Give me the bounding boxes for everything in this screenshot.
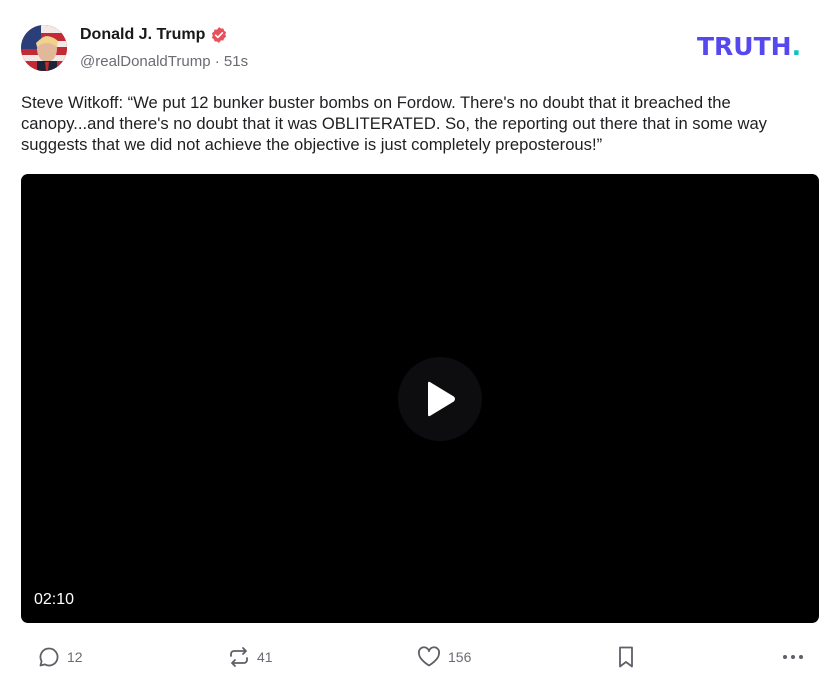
post-timestamp[interactable]: 51s	[224, 53, 248, 70]
post-text: Steve Witkoff: “We put 12 bunker buster …	[21, 93, 767, 154]
meta-separator: ·	[214, 53, 220, 70]
like-button[interactable]: 156	[416, 642, 471, 672]
author-name[interactable]: Donald J. Trump	[80, 25, 205, 45]
more-options-button[interactable]	[781, 642, 805, 672]
author-avatar[interactable]	[21, 25, 67, 71]
bookmark-icon	[619, 646, 633, 668]
truth-post: Donald J. Trump @realDonaldTrump · 51s T…	[0, 0, 840, 700]
logo-text: TRUTH	[697, 32, 792, 61]
heart-icon	[417, 646, 441, 667]
avatar-image	[21, 25, 67, 71]
author-handle[interactable]: @realDonaldTrump	[80, 53, 211, 70]
like-count: 156	[448, 649, 472, 665]
ellipsis-icon	[783, 655, 803, 659]
logo-dot: .	[791, 32, 802, 61]
action-bar: 12 41 156	[0, 642, 840, 674]
truth-social-logo[interactable]: TRUTH.	[697, 34, 801, 60]
speech-bubble-icon	[39, 647, 59, 667]
retruth-count: 41	[257, 649, 273, 665]
reply-count: 12	[67, 649, 83, 665]
author-name-row[interactable]: Donald J. Trump	[80, 25, 228, 45]
video-player[interactable]: 02:10	[21, 174, 819, 623]
reply-button[interactable]: 12	[37, 642, 83, 672]
handle-line: @realDonaldTrump · 51s	[80, 52, 248, 72]
verified-badge-icon	[210, 26, 228, 44]
repost-arrows-icon	[230, 647, 248, 667]
play-icon	[428, 381, 455, 417]
video-duration: 02:10	[34, 591, 75, 608]
retruth-button[interactable]: 41	[227, 642, 273, 672]
bookmark-button[interactable]	[614, 642, 638, 672]
play-button[interactable]	[398, 357, 482, 441]
